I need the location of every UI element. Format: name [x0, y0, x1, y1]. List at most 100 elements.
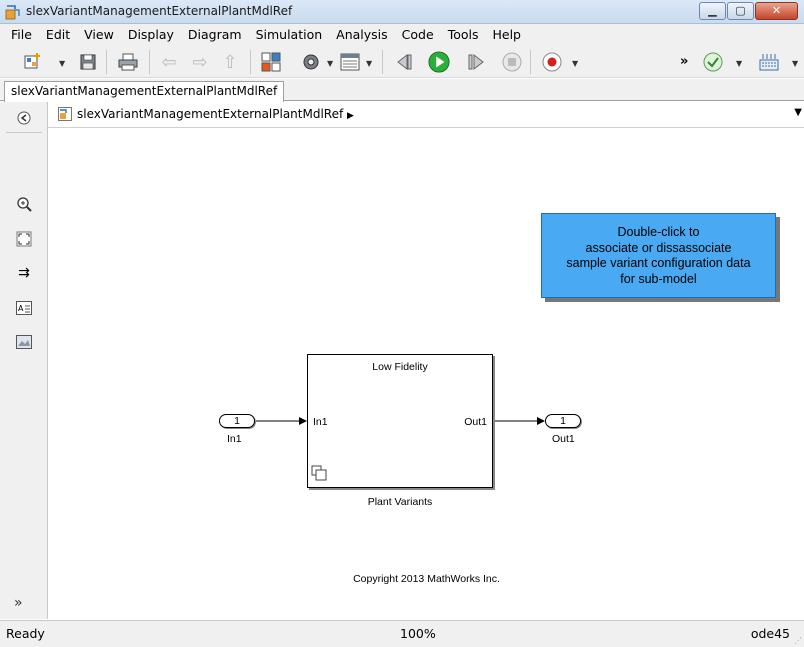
- forward-button[interactable]: ⇨: [189, 51, 211, 73]
- print-icon: [118, 53, 138, 71]
- up-button[interactable]: ⇧: [219, 51, 241, 73]
- close-button[interactable]: ✕: [755, 2, 798, 20]
- maximize-icon: ▢: [735, 4, 746, 17]
- run-icon: [428, 51, 450, 73]
- run-button[interactable]: [428, 51, 450, 73]
- outport-label: Out1: [552, 433, 575, 445]
- menu-diagram[interactable]: Diagram: [181, 27, 249, 42]
- record-icon: [542, 52, 562, 72]
- build-dropdown[interactable]: ▼: [792, 59, 798, 68]
- breadcrumb-model[interactable]: slexVariantManagementExternalPlantMdlRef: [77, 107, 343, 121]
- status-solver[interactable]: ode45: [751, 626, 790, 641]
- step-forward-button[interactable]: [465, 51, 487, 73]
- fit-view-button[interactable]: [14, 229, 34, 249]
- back-icon: ⇦: [161, 51, 177, 73]
- stop-button[interactable]: [501, 51, 523, 73]
- menu-edit[interactable]: Edit: [39, 27, 77, 42]
- menu-simulation[interactable]: Simulation: [249, 27, 330, 42]
- inport-block[interactable]: 1: [219, 414, 255, 428]
- check-button[interactable]: [702, 51, 724, 73]
- menu-view[interactable]: View: [77, 27, 121, 42]
- block-variant-title: Low Fidelity: [372, 361, 428, 373]
- variant-badge-icon: [311, 465, 327, 484]
- tab-model[interactable]: slexVariantManagementExternalPlantMdlRef: [4, 81, 285, 102]
- new-model-icon: [24, 53, 40, 69]
- zoom-button[interactable]: [14, 194, 34, 214]
- toolbar-separator: [382, 50, 383, 74]
- library-browser-button[interactable]: [260, 51, 282, 73]
- check-dropdown[interactable]: ▼: [736, 59, 742, 68]
- maximize-button[interactable]: ▢: [727, 2, 754, 20]
- print-button[interactable]: [117, 51, 139, 73]
- hide-browser-icon: [17, 111, 31, 125]
- record-dropdown[interactable]: ▼: [572, 59, 578, 68]
- svg-text:A: A: [18, 304, 24, 313]
- image-button[interactable]: [14, 332, 34, 352]
- model-explorer-icon: [340, 53, 360, 71]
- back-button[interactable]: ⇦: [158, 51, 180, 73]
- fit-view-icon: [16, 231, 32, 247]
- signal-route-button[interactable]: ⇉: [14, 263, 34, 283]
- signal-route-icon: ⇉: [18, 265, 30, 281]
- minimize-button[interactable]: ▁: [699, 2, 726, 20]
- menu-display[interactable]: Display: [121, 27, 181, 42]
- chevron-down-icon[interactable]: ▼: [794, 107, 802, 118]
- toolbar-separator: [530, 50, 531, 74]
- window-title: slexVariantManagementExternalPlantMdlRef: [26, 4, 293, 18]
- title-bar: slexVariantManagementExternalPlantMdlRef…: [0, 0, 804, 24]
- close-icon: ✕: [771, 4, 782, 17]
- zoom-icon: [17, 197, 32, 212]
- model-path-icon: [58, 107, 72, 124]
- toolbar-separator: [106, 50, 107, 74]
- step-back-button[interactable]: [393, 51, 415, 73]
- block-output-port-label: Out1: [464, 416, 487, 428]
- block-input-port-label: In1: [313, 416, 328, 428]
- toolbar-separator: [250, 50, 251, 74]
- simulink-model-icon: [5, 4, 21, 20]
- model-reference-block[interactable]: Low Fidelity In1 Out1: [307, 354, 493, 488]
- toolbar: ▼ ⇦ ⇨ ⇧ ▼ ▼ ▼ » ▼ ▼: [0, 44, 804, 78]
- status-zoom: 100%: [400, 626, 436, 641]
- check-icon: [703, 52, 723, 72]
- annotation-button[interactable]: A: [14, 298, 34, 318]
- menu-help[interactable]: Help: [485, 27, 528, 42]
- minimize-icon: ▁: [708, 4, 717, 17]
- hide-browser-button[interactable]: [14, 108, 34, 128]
- status-state: Ready: [6, 626, 45, 641]
- tool-palette: ⇉ A »: [0, 102, 48, 619]
- forward-icon: ⇨: [192, 51, 208, 73]
- save-button[interactable]: [77, 51, 99, 73]
- record-button[interactable]: [541, 51, 563, 73]
- model-config-icon: [303, 54, 319, 70]
- diagram-canvas[interactable]: Double-click to associate or dissassocia…: [49, 129, 804, 619]
- model-explorer-dropdown[interactable]: ▼: [366, 59, 372, 68]
- build-button[interactable]: [758, 51, 780, 73]
- overflow-icon[interactable]: »: [680, 54, 688, 69]
- annotation-icon: A: [16, 301, 32, 315]
- palette-divider: [6, 132, 42, 133]
- block-name: Plant Variants: [367, 496, 433, 508]
- model-config-dropdown[interactable]: ▼: [327, 59, 333, 68]
- library-browser-icon: [261, 52, 281, 72]
- stop-icon: [502, 52, 522, 72]
- save-icon: [80, 54, 96, 70]
- resize-grip-icon[interactable]: ⋰: [794, 636, 802, 645]
- new-model-button[interactable]: [22, 51, 44, 73]
- step-forward-icon: [468, 53, 484, 71]
- model-tab-strip: slexVariantManagementExternalPlantMdlRef: [0, 79, 804, 102]
- menu-tools[interactable]: Tools: [441, 27, 486, 42]
- menu-code[interactable]: Code: [395, 27, 441, 42]
- breadcrumb[interactable]: slexVariantManagementExternalPlantMdlRef…: [77, 107, 354, 121]
- build-icon: [759, 54, 779, 71]
- menu-analysis[interactable]: Analysis: [329, 27, 395, 42]
- menu-file[interactable]: File: [4, 27, 39, 42]
- explorer-bar: slexVariantManagementExternalPlantMdlRef…: [48, 102, 804, 128]
- outport-block[interactable]: 1: [545, 414, 581, 428]
- model-config-button[interactable]: [300, 51, 322, 73]
- breadcrumb-arrow-icon: ▶: [347, 111, 354, 121]
- toolbar-separator: [149, 50, 150, 74]
- model-explorer-button[interactable]: [339, 51, 361, 73]
- window-controls: ▁ ▢ ✕: [698, 2, 798, 21]
- new-model-dropdown[interactable]: ▼: [59, 59, 65, 68]
- expand-palette-icon[interactable]: »: [14, 595, 23, 611]
